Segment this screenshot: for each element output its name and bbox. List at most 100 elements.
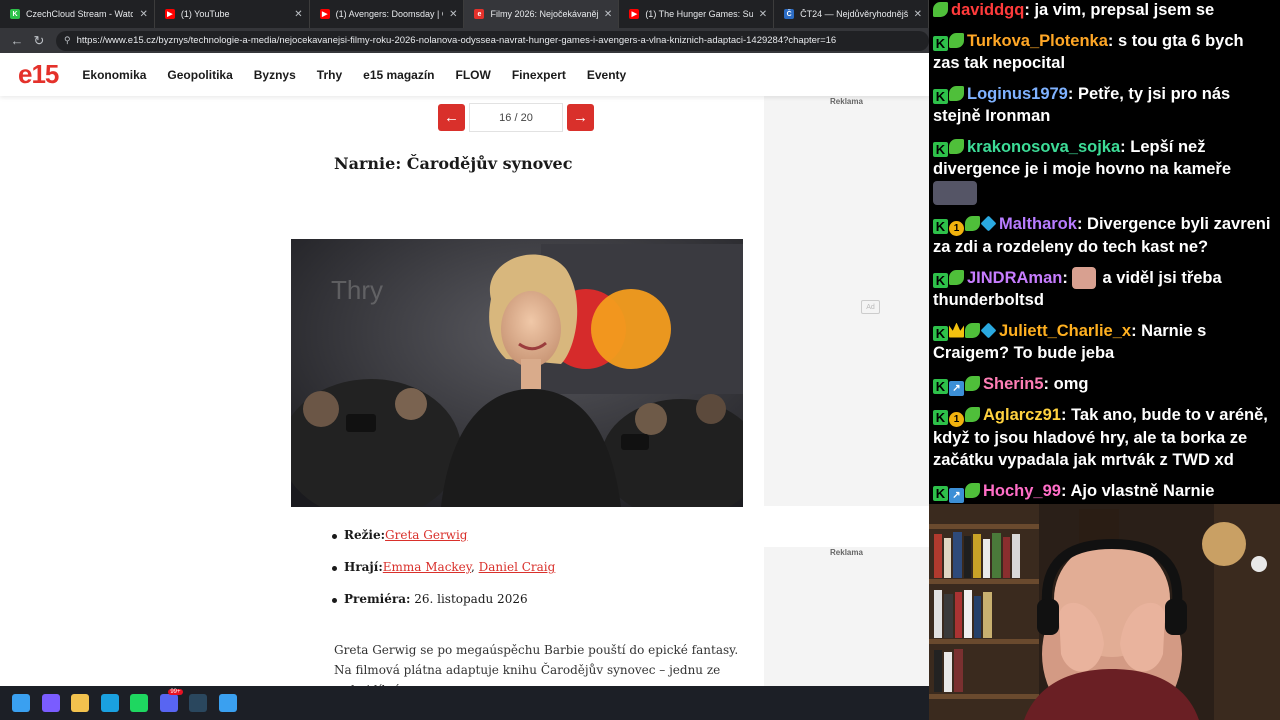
main-menu: Ekonomika Geopolitika Byznys Trhy e15 ma… xyxy=(82,68,647,82)
close-icon[interactable]: ✕ xyxy=(139,9,147,20)
chat-username[interactable]: Maltharok xyxy=(999,215,1077,233)
notification-badge: 99+ xyxy=(168,689,183,695)
fact-cast: Hrají:Emma Mackey, Daniel Craig xyxy=(331,560,556,592)
chat-text: omg xyxy=(1053,374,1089,393)
film-facts: Režie:Greta Gerwig Hrají:Emma Mackey, Da… xyxy=(331,528,556,624)
chat-message: K Juliett_Charlie_x: Narnie s Craigem? To… xyxy=(933,320,1274,365)
director-link[interactable]: Greta Gerwig xyxy=(385,528,467,542)
close-icon[interactable]: ✕ xyxy=(604,9,612,20)
browser-tab[interactable]: ▶ (1) The Hunger Games: Sunrise on ✕ xyxy=(619,0,775,28)
taskbar: 99+ xyxy=(0,686,929,720)
chat-username[interactable]: daviddgq xyxy=(951,1,1024,19)
chat-separator: : xyxy=(1060,405,1072,424)
url-field[interactable]: ⚲ https://www.e15.cz/byznys/technologie-… xyxy=(56,30,929,51)
ct24-icon: Č xyxy=(784,9,795,19)
cast-link-2[interactable]: Daniel Craig xyxy=(479,560,556,574)
leaf-badge-icon xyxy=(965,482,980,498)
tab-strip: K CzechCloud Stream - Watch Live o ✕ ▶ (1) Y… xyxy=(0,0,929,28)
coin-badge-icon: 1 xyxy=(949,221,964,236)
next-chapter-button[interactable]: → xyxy=(567,104,594,131)
chat-text: Ajo vlastně Narnie xyxy=(1070,481,1215,500)
chat-username[interactable]: Sherin5 xyxy=(983,375,1044,393)
discord-icon[interactable]: 99+ xyxy=(159,689,183,712)
chat-username[interactable]: Aglarcz91 xyxy=(983,406,1061,424)
menu-item-e15-magazin[interactable]: e15 magazín xyxy=(363,68,434,82)
crown-badge-icon xyxy=(949,322,964,338)
emote-icon xyxy=(1072,266,1097,289)
article-paragraph: Greta Gerwig se po megaúspěchu Barbie po… xyxy=(334,643,739,686)
copilot-icon[interactable] xyxy=(41,694,60,712)
chapter-title: Narnie: Čarodějův synovec xyxy=(334,154,573,173)
browser-tab[interactable]: ▶ (1) Avengers: Doomsday | Official ✕ xyxy=(310,0,465,28)
leaf-badge-icon xyxy=(949,32,964,48)
chat-message: daviddgq: ja vim, prepsal jsem se xyxy=(933,0,1274,22)
chat-separator: : xyxy=(1062,268,1073,287)
close-icon[interactable]: ✕ xyxy=(759,9,767,20)
chat-username[interactable]: Juliett_Charlie_x xyxy=(999,322,1131,340)
browser-tab[interactable]: e Filmy 2026: Nejočekávanější prem ✕ xyxy=(464,0,620,28)
premiere-date: 26. listopadu 2026 xyxy=(410,592,528,606)
k-badge-icon: K xyxy=(933,378,948,394)
cast-label: Hrají: xyxy=(344,560,383,574)
windows-start-icon[interactable] xyxy=(12,694,30,712)
k-badge-icon: K xyxy=(933,141,948,157)
ad-label: Reklama xyxy=(830,548,863,557)
emote-icon xyxy=(933,180,977,205)
ad-slot-1[interactable]: Reklama Ad xyxy=(764,96,929,506)
chat-text: ja vim, prepsal jsem se xyxy=(1034,1,1215,19)
notepad-icon[interactable] xyxy=(218,694,237,712)
fact-premiere: Premiéra: 26. listopadu 2026 xyxy=(331,592,555,624)
chat-username[interactable]: JINDRAman xyxy=(967,269,1062,287)
tab-title: Filmy 2026: Nejočekávanější prem xyxy=(490,9,598,19)
menu-item-ekonomika[interactable]: Ekonomika xyxy=(82,68,146,82)
chat-username[interactable]: Hochy_99 xyxy=(983,482,1061,500)
gallery-pager: ← 16 / 20 → xyxy=(438,103,594,132)
ad-placeholder-icon: Ad xyxy=(861,300,880,314)
file-explorer-icon[interactable] xyxy=(71,694,89,712)
leaf-badge-icon xyxy=(933,2,948,17)
menu-item-byznys[interactable]: Byznys xyxy=(254,68,296,82)
back-icon[interactable]: ← xyxy=(6,30,28,52)
leaf-badge-icon xyxy=(965,322,980,338)
site-header: e15 Ekonomika Geopolitika Byznys Trhy e1… xyxy=(0,53,929,96)
close-icon[interactable]: ✕ xyxy=(294,9,302,20)
stream-chat: daviddgq: ja vim, prepsal jsem se K Turkov… xyxy=(929,0,1280,504)
chat-username[interactable]: krakonosova_sojka xyxy=(967,138,1120,156)
menu-item-geopolitika[interactable]: Geopolitika xyxy=(167,68,232,82)
close-icon[interactable]: ✕ xyxy=(449,9,457,20)
chat-username[interactable]: Turkova_Plotenka xyxy=(967,32,1108,50)
e15-logo[interactable]: e15 xyxy=(18,59,59,90)
edge-icon[interactable] xyxy=(100,694,119,712)
cast-separator: , xyxy=(470,560,479,574)
reload-icon[interactable]: ↻ xyxy=(28,30,50,52)
menu-item-flow[interactable]: FLOW xyxy=(456,68,491,82)
menu-item-finexpert[interactable]: Finexpert xyxy=(512,68,566,82)
prev-chapter-button[interactable]: ← xyxy=(438,104,465,131)
cast-link-1[interactable]: Emma Mackey xyxy=(383,560,471,574)
chat-message: K JINDRAman: a viděl jsi třeba thunderbol… xyxy=(933,266,1274,312)
browser-tab[interactable]: Č ČT24 — Nejdůvěryhodnější zp ✕ xyxy=(774,0,929,28)
prime-badge-icon: ↗ xyxy=(949,487,964,503)
steam-icon[interactable] xyxy=(189,694,207,712)
browser-tab[interactable]: K CzechCloud Stream - Watch Live o ✕ xyxy=(0,0,155,28)
close-icon[interactable]: ✕ xyxy=(914,9,922,20)
chat-separator: : xyxy=(1043,374,1054,393)
browser-tab[interactable]: ▶ (1) YouTube ✕ xyxy=(155,0,310,28)
menu-item-eventy[interactable]: Eventy xyxy=(587,68,626,82)
tab-title: CzechCloud Stream - Watch Live o xyxy=(26,9,133,19)
chat-separator: : xyxy=(1076,215,1088,233)
youtube-icon: ▶ xyxy=(319,9,330,19)
spotify-icon[interactable] xyxy=(130,694,148,712)
browser-window: K CzechCloud Stream - Watch Live o ✕ ▶ (1) Y… xyxy=(0,0,929,686)
k-badge-icon: K xyxy=(933,272,948,288)
menu-item-trhy[interactable]: Trhy xyxy=(317,68,342,82)
prime-badge-icon: ↗ xyxy=(949,380,964,396)
leaf-badge-icon xyxy=(949,85,964,101)
ad-slot-2[interactable]: Reklama xyxy=(764,547,929,686)
leaf-badge-icon xyxy=(949,138,964,154)
ad-label: Reklama xyxy=(830,97,863,106)
site-info-icon[interactable]: ⚲ xyxy=(64,35,71,46)
tab-title: (1) YouTube xyxy=(180,9,230,19)
leaf-badge-icon xyxy=(965,375,980,391)
chat-username[interactable]: Loginus1979 xyxy=(967,85,1068,103)
